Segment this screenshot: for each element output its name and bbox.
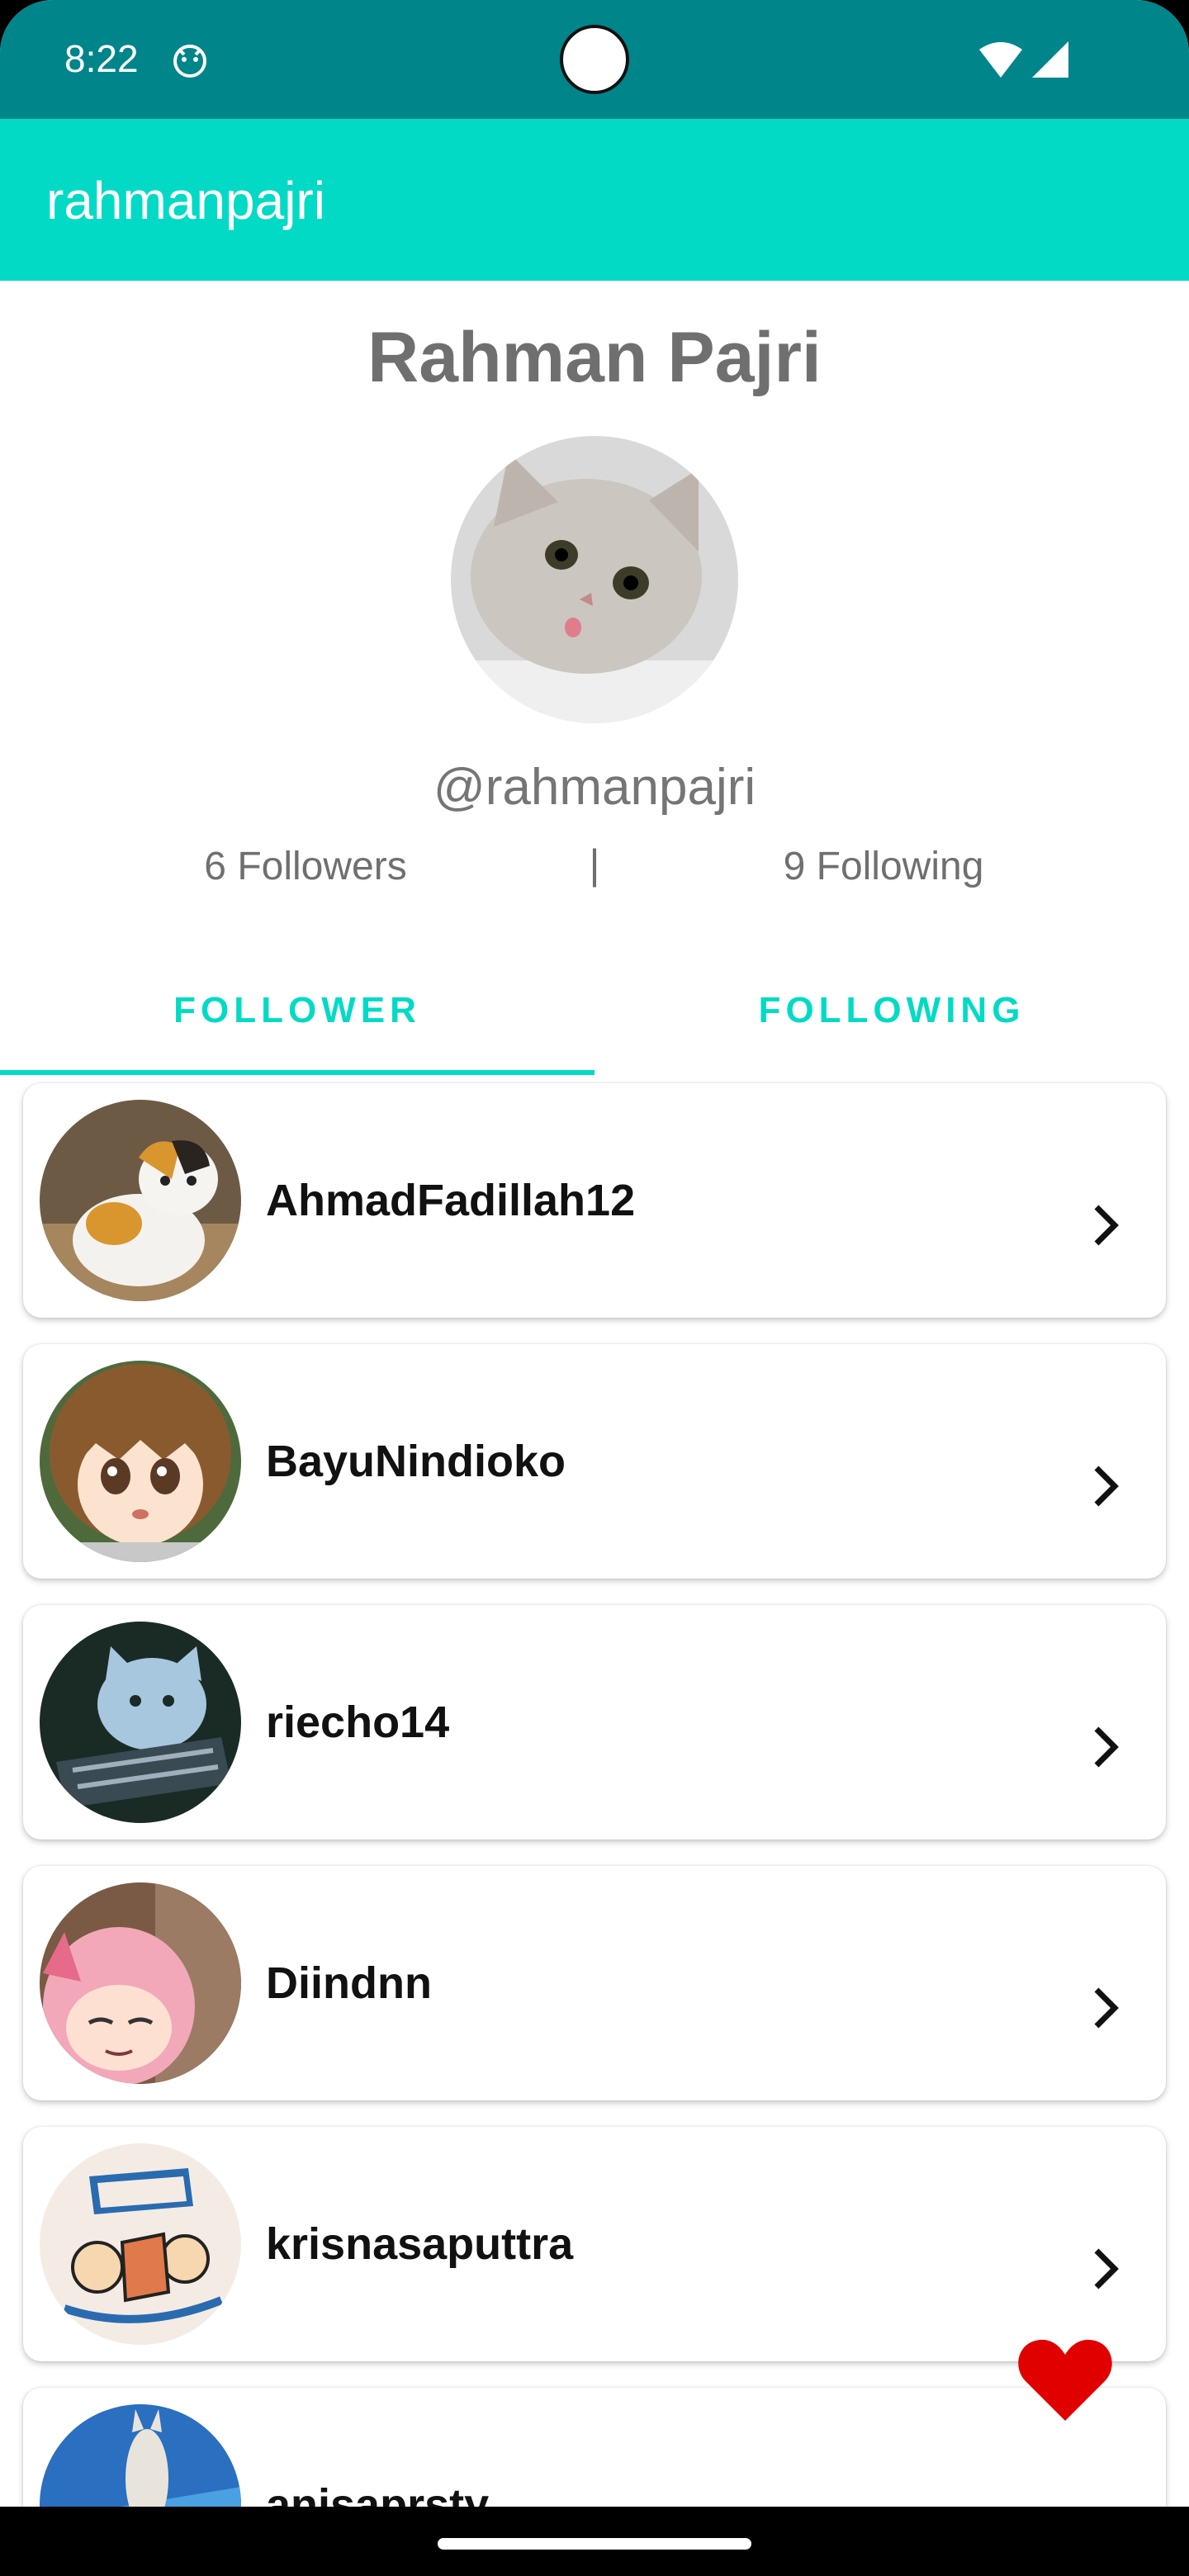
list-item[interactable]: riecho14 — [23, 1605, 1166, 1840]
tab-indicator — [0, 1070, 594, 1075]
app-bar: rahmanpajri — [0, 119, 1189, 281]
tab-following[interactable]: FOLLOWING — [594, 958, 1189, 1075]
wifi-icon — [979, 42, 1022, 78]
list-item-username: BayuNindioko — [266, 1437, 566, 1486]
camera-cutout — [560, 25, 629, 94]
list-item-username: Diindnn — [266, 1958, 432, 2008]
avatar — [40, 1361, 241, 1562]
heart-icon[interactable] — [1017, 2337, 1113, 2422]
avatar — [40, 1882, 241, 2084]
chevron-right-icon[interactable] — [1088, 2244, 1125, 2294]
list-item[interactable]: krisnasaputtra — [23, 2127, 1166, 2361]
cell-signal-icon — [1032, 41, 1068, 78]
profile-avatar — [451, 436, 738, 723]
home-gesture-handle[interactable] — [438, 2538, 751, 2550]
chevron-right-icon[interactable] — [1088, 1461, 1125, 1511]
list-item[interactable]: AhmadFadillah12 — [23, 1083, 1166, 1318]
navigation-bar — [0, 2507, 1189, 2576]
profile-username: @rahmanpajri — [433, 759, 756, 816]
list-item-username: riecho14 — [266, 1698, 450, 1747]
list-item-username: AhmadFadillah12 — [266, 1176, 636, 1225]
stat-divider: | — [589, 841, 600, 888]
following-count: 9 Following — [783, 845, 984, 888]
list-item-username: krisnasaputtra — [266, 2219, 574, 2269]
chevron-right-icon[interactable] — [1088, 1722, 1125, 1772]
chevron-right-icon[interactable] — [1088, 1200, 1125, 1250]
avatar — [40, 1622, 241, 1823]
list-item[interactable]: BayuNindioko — [23, 1344, 1166, 1579]
avatar — [40, 1100, 241, 1301]
android-app-icon — [173, 45, 206, 78]
chevron-right-icon[interactable] — [1088, 1983, 1125, 2033]
status-time: 8:22 — [64, 37, 139, 80]
profile-name: Rahman Pajri — [367, 318, 822, 397]
status-bar: 8:22 — [0, 0, 1189, 119]
avatar — [40, 2143, 241, 2345]
tab-follower[interactable]: FOLLOWER — [0, 958, 594, 1075]
followers-count: 6 Followers — [204, 845, 407, 888]
app-bar-title: rahmanpajri — [46, 171, 325, 230]
screen: 8:22 rahmanpajri Rahman Pajri @rahmanpaj… — [0, 0, 1189, 2576]
list-item[interactable]: Diindnn — [23, 1866, 1166, 2100]
